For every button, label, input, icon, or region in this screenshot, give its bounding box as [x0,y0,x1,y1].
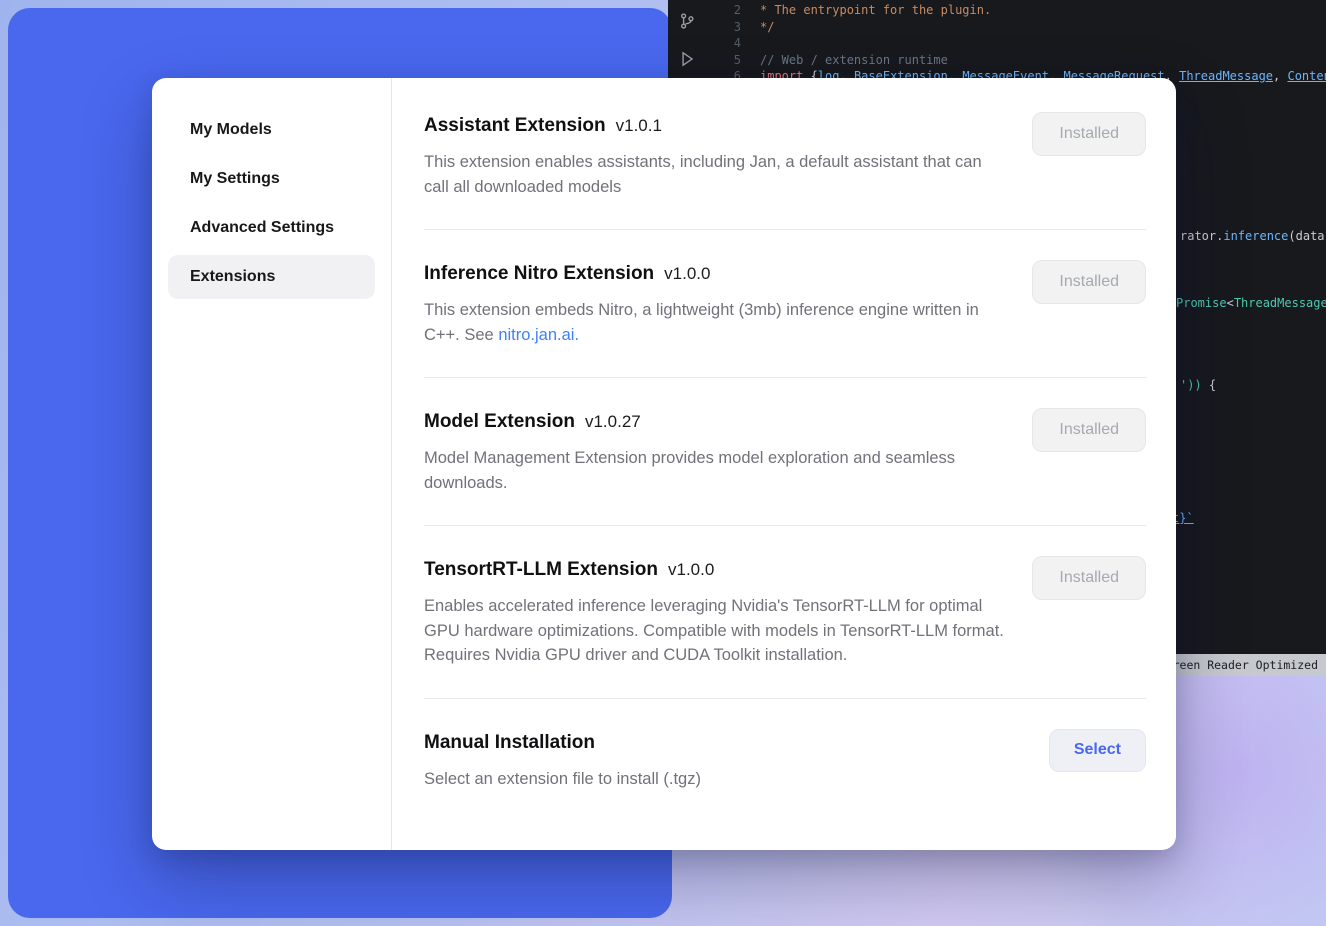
line-number: 4 [668,35,741,52]
extension-row-model: Model Extensionv1.0.27 Model Management … [424,378,1146,525]
nitro-link[interactable]: nitro.jan.ai. [498,326,579,344]
extension-title: Model Extensionv1.0.27 [424,408,1009,436]
manual-installation-description: Select an extension file to install (.tg… [424,767,701,792]
code-line-4: 4 [668,35,1326,52]
sidebar-item-advanced-settings[interactable]: Advanced Settings [168,206,375,250]
line-number: 3 [668,19,741,36]
manual-installation-row: Manual Installation Select an extension … [424,699,1146,812]
extension-version: v1.0.27 [585,412,641,431]
extension-description: Enables accelerated inference leveraging… [424,594,1009,668]
installed-button[interactable]: Installed [1032,408,1146,452]
settings-sidebar: My Models My Settings Advanced Settings … [152,78,392,850]
import-identifier: ThreadMessage [1179,69,1273,83]
extension-version: v1.0.0 [668,560,714,579]
manual-installation-title: Manual Installation [424,729,701,757]
extension-row-tensorrt: TensortRT-LLM Extensionv1.0.0 Enables ac… [424,526,1146,698]
code-line-5: 5 // Web / extension runtime [668,52,1326,69]
code-fragment-promise: Promise<ThreadMessage> [1176,295,1326,312]
extensions-panel: Assistant Extensionv1.0.1 This extension… [392,78,1176,850]
code-lines: 2 * The entrypoint for the plugin. 3 */ … [668,2,1326,85]
code-text: */ [760,19,774,36]
select-file-button[interactable]: Select [1049,729,1146,772]
line-number: 2 [668,2,741,19]
extension-description: Model Management Extension provides mode… [424,446,1009,495]
line-number: 5 [668,52,741,69]
extension-title: Inference Nitro Extensionv1.0.0 [424,260,1009,288]
extension-row-assistant: Assistant Extensionv1.0.1 This extension… [424,110,1146,229]
extension-title: Assistant Extensionv1.0.1 [424,112,1009,140]
code-text: // Web / extension runtime [760,52,948,69]
extension-version: v1.0.1 [616,116,662,135]
installed-button[interactable]: Installed [1032,260,1146,304]
code-fragment-string: ')) { [1180,377,1216,394]
installed-button[interactable]: Installed [1032,112,1146,156]
code-line-3: 3 */ [668,19,1326,36]
sidebar-item-my-settings[interactable]: My Settings [168,157,375,201]
code-line-2: 2 * The entrypoint for the plugin. [668,2,1326,19]
extension-version: v1.0.0 [664,264,710,283]
sidebar-item-my-models[interactable]: My Models [168,108,375,152]
screen-reader-badge[interactable]: Screen Reader Optimized [1151,654,1326,676]
extension-title: TensortRT-LLM Extensionv1.0.0 [424,556,1009,584]
settings-modal: My Models My Settings Advanced Settings … [152,78,1176,850]
import-identifier: ContentType [1287,69,1326,83]
extension-description: This extension embeds Nitro, a lightweig… [424,298,1009,347]
extension-row-nitro: Inference Nitro Extensionv1.0.0 This ext… [424,230,1146,377]
code-fragment-inference: rator.inference(data)); [1180,228,1326,245]
sidebar-item-extensions[interactable]: Extensions [168,255,375,299]
code-text: * The entrypoint for the plugin. [760,2,991,19]
installed-button[interactable]: Installed [1032,556,1146,600]
separator: , [1273,69,1287,83]
extension-description: This extension enables assistants, inclu… [424,150,1009,199]
